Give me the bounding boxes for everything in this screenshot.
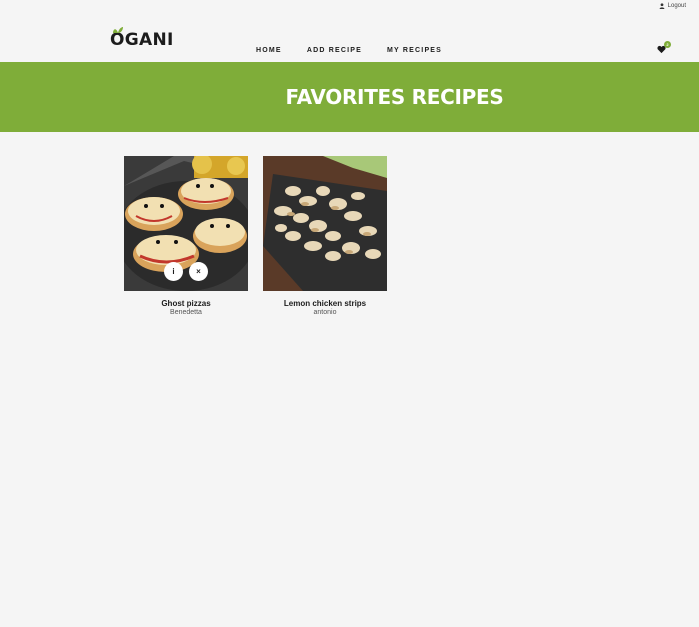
main-nav: HOME ADD RECIPE MY RECIPES: [256, 47, 442, 54]
recipe-image[interactable]: [263, 156, 387, 291]
recipe-title[interactable]: Lemon chicken strips: [263, 299, 387, 308]
page-banner: FAVORITES RECIPES: [0, 62, 699, 132]
info-icon: i: [172, 267, 175, 276]
logo[interactable]: OGANI: [110, 27, 174, 50]
favorites-button[interactable]: 2: [657, 41, 671, 54]
page-title: FAVORITES RECIPES: [285, 85, 504, 109]
recipe-card[interactable]: i × Ghost pizzas Benedetta: [124, 156, 248, 316]
recipe-author: Benedetta: [170, 309, 202, 316]
recipe-title[interactable]: Ghost pizzas: [124, 299, 248, 308]
nav-home[interactable]: HOME: [256, 47, 282, 54]
recipe-card[interactable]: Lemon chicken strips antonio: [263, 156, 387, 316]
recipe-grid: i × Ghost pizzas Benedetta Lemon chicken…: [124, 156, 387, 316]
logout-label: Logout: [667, 3, 686, 9]
ghost-pizzas-image: [124, 156, 248, 291]
recipe-author: antonio: [313, 309, 337, 316]
nav-my-recipes[interactable]: MY RECIPES: [387, 47, 442, 54]
lemon-chicken-image: [263, 156, 387, 291]
user-icon: [659, 3, 665, 9]
recipe-image[interactable]: i ×: [124, 156, 248, 291]
close-icon: ×: [196, 267, 201, 276]
remove-favorite-button[interactable]: ×: [189, 262, 208, 281]
recipe-info-button[interactable]: i: [164, 262, 183, 281]
header: OGANI HOME ADD RECIPE MY RECIPES 2: [0, 12, 699, 62]
leaf-icon: [113, 27, 123, 33]
logout-link[interactable]: Logout: [659, 3, 686, 9]
favorites-count-badge: 2: [664, 41, 671, 48]
nav-add-recipe[interactable]: ADD RECIPE: [307, 47, 362, 54]
top-bar: Logout: [0, 0, 699, 12]
